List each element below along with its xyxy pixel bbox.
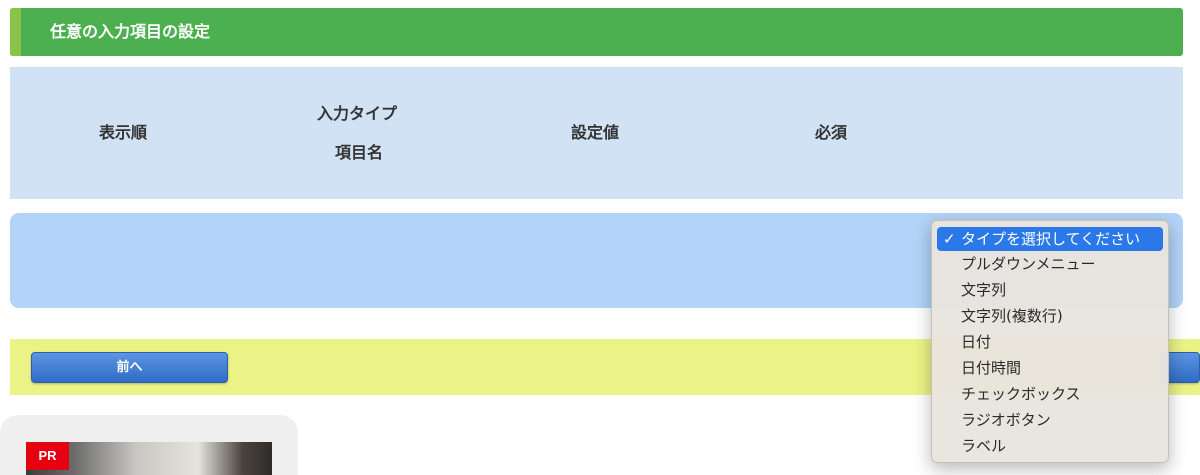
section-title: 任意の入力項目の設定 xyxy=(50,22,211,41)
checkmark-icon: ✓ xyxy=(943,230,956,248)
pr-badge: PR xyxy=(26,442,69,470)
input-type-dropdown[interactable]: ✓ タイプを選択してください プルダウンメニュー 文字列 文字列(複数行) 日付 … xyxy=(931,220,1169,463)
pr-card[interactable]: PR xyxy=(0,415,298,475)
dropdown-option-text[interactable]: 文字列 xyxy=(937,279,1163,302)
column-header-order: 表示順 xyxy=(99,123,148,142)
dropdown-option-label-type[interactable]: ラベル xyxy=(937,435,1163,458)
column-header-setting-value: 設定値 xyxy=(571,123,620,142)
dropdown-option-radio[interactable]: ラジオボタン xyxy=(937,409,1163,432)
dropdown-option-textarea[interactable]: 文字列(複数行) xyxy=(937,305,1163,328)
dropdown-option-placeholder[interactable]: ✓ タイプを選択してください xyxy=(937,227,1163,251)
dropdown-option-pulldown[interactable]: プルダウンメニュー xyxy=(937,253,1163,276)
prev-button[interactable]: 前へ xyxy=(31,352,228,383)
column-header-item-name: 項目名 xyxy=(335,143,384,162)
dropdown-option-checkbox[interactable]: チェックボックス xyxy=(937,383,1163,406)
dropdown-option-date[interactable]: 日付 xyxy=(937,331,1163,354)
table-header: 表示順 入力タイプ 項目名 設定値 必須 xyxy=(10,67,1183,199)
section-header-accent xyxy=(10,8,21,56)
dropdown-option-datetime[interactable]: 日付時間 xyxy=(937,357,1163,380)
column-header-required: 必須 xyxy=(815,123,848,142)
section-header: 任意の入力項目の設定 xyxy=(10,8,1183,56)
dropdown-option-label: タイプを選択してください xyxy=(961,230,1141,248)
column-header-input-type: 入力タイプ xyxy=(317,104,398,123)
